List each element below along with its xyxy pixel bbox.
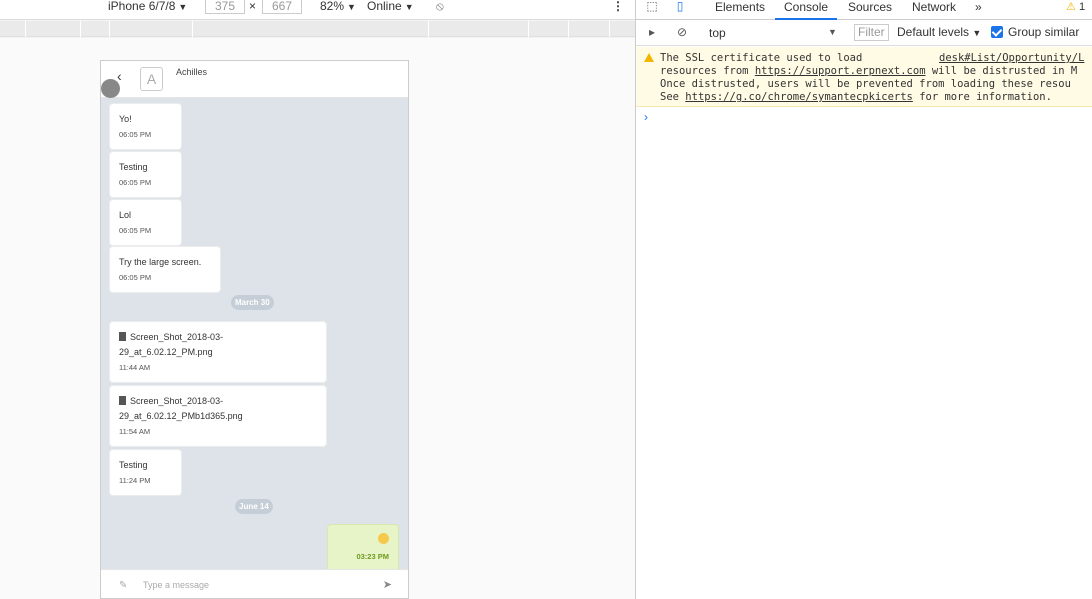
- network-select[interactable]: Online ▼: [367, 0, 414, 14]
- file-message-bubble[interactable]: Screen_Shot_2018-03- 29_at_6.02.12_PM.pn…: [109, 321, 327, 383]
- message-composer: ✎ Type a message ➤: [101, 569, 408, 598]
- paperclip-icon[interactable]: ✎: [119, 580, 127, 591]
- message-time: 11:44 AM: [119, 363, 151, 372]
- support-link[interactable]: https://support.erpnext.com: [755, 65, 926, 77]
- symantec-link[interactable]: https://g.co/chrome/symantecpkicerts: [685, 91, 913, 103]
- levels-label: Default levels: [897, 25, 970, 39]
- warning-count: 1: [1078, 1, 1086, 13]
- sidebar-toggle-icon[interactable]: ▸: [644, 26, 660, 40]
- send-icon[interactable]: ➤: [383, 578, 392, 591]
- message-bubble[interactable]: Testing 11:24 PM: [109, 449, 182, 496]
- message-time: 06:05 PM: [119, 273, 152, 282]
- message-text: Yo!: [119, 114, 132, 124]
- levels-caret-icon: ▼: [972, 28, 982, 38]
- width-input[interactable]: 375: [205, 0, 245, 14]
- own-message-bubble[interactable]: 03:23 PM: [327, 524, 399, 572]
- file-icon: [119, 396, 126, 405]
- zoom-value: 82%: [320, 0, 345, 13]
- inspect-element-icon[interactable]: ⬚: [644, 0, 660, 14]
- file-name-line2[interactable]: 29_at_6.02.12_PMb1d365.png: [119, 409, 317, 424]
- warning-icon: ⚠: [1066, 1, 1076, 13]
- message-bubble[interactable]: Lol 06:05 PM: [109, 199, 182, 246]
- warning-line-2: resources from https://support.erpnext.c…: [660, 65, 1078, 77]
- network-value: Online: [367, 0, 402, 13]
- message-text: Testing: [119, 460, 148, 470]
- tab-console[interactable]: Console: [775, 0, 838, 20]
- media-query-ruler[interactable]: [0, 21, 635, 37]
- rotate-icon[interactable]: ⦸: [436, 0, 444, 14]
- tab-sources[interactable]: Sources: [848, 0, 892, 20]
- back-icon[interactable]: ‹: [117, 69, 122, 83]
- touch-cursor: [101, 79, 120, 98]
- warning-line-4: See https://g.co/chrome/symantecpkicerts…: [660, 91, 1052, 103]
- log-levels-select[interactable]: Default levels ▼: [897, 25, 981, 39]
- console-warning: The SSL certificate used to load desk#Li…: [636, 47, 1092, 107]
- times-sign: ×: [249, 0, 257, 13]
- checkbox-icon: [991, 26, 1003, 38]
- more-tabs-icon[interactable]: »: [975, 0, 982, 20]
- group-similar-label: Group similar: [1008, 25, 1080, 39]
- device-toolbar: iPhone 6/7/8 ▼ 375 × 667 82% ▼ Online ▼ ⦸ ⋮: [0, 0, 635, 20]
- warning-counter[interactable]: ⚠ 1: [1066, 0, 1085, 20]
- warning-line-3: Once distrusted, users will be prevented…: [660, 78, 1071, 90]
- zoom-caret-icon: ▼: [347, 2, 356, 12]
- date-separator: June 14: [235, 499, 273, 514]
- tab-elements[interactable]: Elements: [715, 0, 765, 20]
- context-caret-icon[interactable]: ▼: [828, 27, 837, 37]
- phone-viewport: ‹ A Achilles Yo! 06:05 PM Testing 06:05 …: [100, 60, 409, 599]
- devtools-tabbar: ⬚ ▯ Elements Console Sources Network » ⚠…: [636, 0, 1092, 20]
- message-time: 03:23 PM: [356, 552, 389, 561]
- file-name-line1[interactable]: Screen_Shot_2018-03-: [130, 332, 223, 342]
- device-caret-icon: ▼: [178, 2, 188, 12]
- message-time: 06:05 PM: [119, 130, 152, 139]
- warning-source-link[interactable]: desk#List/Opportunity/L: [939, 52, 1084, 65]
- height-input[interactable]: 667: [262, 0, 302, 14]
- devtools-pane: ⬚ ▯ Elements Console Sources Network » ⚠…: [635, 0, 1092, 599]
- warning-line-1: The SSL certificate used to load: [660, 52, 863, 64]
- context-select[interactable]: top: [709, 26, 726, 40]
- date-separator: March 30: [231, 295, 274, 310]
- screen: iPhone 6/7/8 ▼ 375 × 667 82% ▼ Online ▼ ⦸ ⋮…: [0, 0, 1092, 599]
- tab-network[interactable]: Network: [912, 0, 956, 20]
- message-text: Lol: [119, 210, 132, 220]
- file-message-bubble[interactable]: Screen_Shot_2018-03- 29_at_6.02.12_PMb1d…: [109, 385, 327, 447]
- message-time: 06:05 PM: [119, 226, 152, 235]
- device-emulation-pane: iPhone 6/7/8 ▼ 375 × 667 82% ▼ Online ▼ ⦸ ⋮…: [0, 0, 635, 599]
- warning-triangle-icon: [644, 53, 654, 62]
- file-icon: [119, 332, 126, 341]
- device-name: iPhone 6/7/8: [108, 0, 176, 13]
- message-bubble[interactable]: Yo! 06:05 PM: [109, 103, 182, 150]
- group-similar-checkbox[interactable]: Group similar: [991, 25, 1079, 39]
- message-bubble[interactable]: Testing 06:05 PM: [109, 151, 182, 198]
- clear-console-icon[interactable]: ⊘: [674, 26, 690, 40]
- console-toolbar: ▸ ⊘ top ▼ Filter Default levels ▼ Group …: [636, 21, 1092, 46]
- chat-header: ‹ A Achilles: [101, 61, 408, 98]
- message-time: 11:54 AM: [119, 427, 151, 436]
- chat-title: Achilles: [176, 67, 208, 77]
- console-prompt[interactable]: ›: [644, 110, 648, 124]
- smiley-emoji-icon: [378, 533, 389, 544]
- more-options-icon[interactable]: ⋮: [612, 0, 624, 14]
- file-name-line2[interactable]: 29_at_6.02.12_PM.png: [119, 345, 317, 360]
- message-time: 06:05 PM: [119, 178, 152, 187]
- message-time: 11:24 PM: [119, 476, 151, 485]
- file-name-line1[interactable]: Screen_Shot_2018-03-: [130, 396, 223, 406]
- avatar: A: [140, 67, 163, 91]
- network-caret-icon: ▼: [404, 2, 414, 12]
- device-select[interactable]: iPhone 6/7/8 ▼: [108, 0, 187, 14]
- device-toolbar-icon[interactable]: ▯: [672, 0, 688, 14]
- zoom-select[interactable]: 82% ▼: [320, 0, 356, 14]
- message-input[interactable]: Type a message: [143, 580, 209, 590]
- filter-input[interactable]: Filter: [854, 24, 889, 41]
- message-bubble[interactable]: Try the large screen. 06:05 PM: [109, 246, 221, 293]
- message-text: Testing: [119, 162, 148, 172]
- message-text: Try the large screen.: [119, 257, 202, 267]
